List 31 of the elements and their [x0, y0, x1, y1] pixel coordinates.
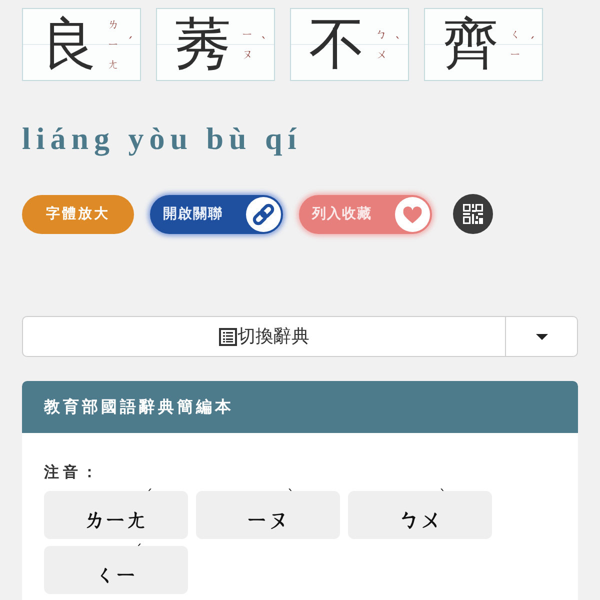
zhuyin-text: ㄧㄡ	[242, 26, 253, 62]
tone-mark: ˊ	[127, 36, 133, 48]
caret-icon	[536, 334, 548, 340]
zhuyin-text: ㄧㄡ	[247, 507, 289, 534]
tone-mark: ˋ	[395, 36, 401, 48]
qr-code-button[interactable]	[453, 194, 493, 234]
switch-dictionary-button[interactable]: 切換辭典	[22, 316, 506, 357]
zhuyin-text: ㄌㄧㄤ	[84, 507, 148, 534]
tone-mark: ˊ	[146, 489, 152, 502]
tone-mark: ˊ	[529, 36, 535, 48]
zhuyin-text: ㄌㄧㄤ	[108, 16, 119, 72]
zhuyin-label: 注音：	[44, 462, 101, 482]
panel-title: 教育部國語辭典簡編本	[44, 396, 234, 418]
hanzi-character: 齊	[442, 14, 500, 76]
zhuyin-text: ㄑㄧ	[95, 562, 137, 589]
tone-mark: ˋ	[261, 36, 267, 48]
tone-mark: ˊ	[136, 544, 142, 557]
pinyin-text: liáng yòu bù qí	[22, 121, 302, 157]
list-icon	[218, 328, 236, 346]
chain-link-icon	[246, 196, 281, 232]
link-toggle-button[interactable]: 開啟關聯	[150, 194, 283, 234]
qr-code-icon	[463, 204, 483, 224]
hanzi-character: 良	[40, 14, 98, 76]
tone-mark: ˋ	[440, 489, 446, 502]
zhuyin-text: ㄑㄧ	[510, 26, 521, 62]
hanzi-character: 莠	[174, 14, 232, 76]
dropdown-toggle[interactable]	[506, 316, 578, 357]
zhuyin-text: ㄅㄨ	[399, 507, 441, 534]
tone-mark: ˋ	[288, 489, 294, 502]
zhuyin-text: ㄅㄨ	[376, 26, 387, 62]
hanzi-character: 不	[308, 14, 366, 76]
